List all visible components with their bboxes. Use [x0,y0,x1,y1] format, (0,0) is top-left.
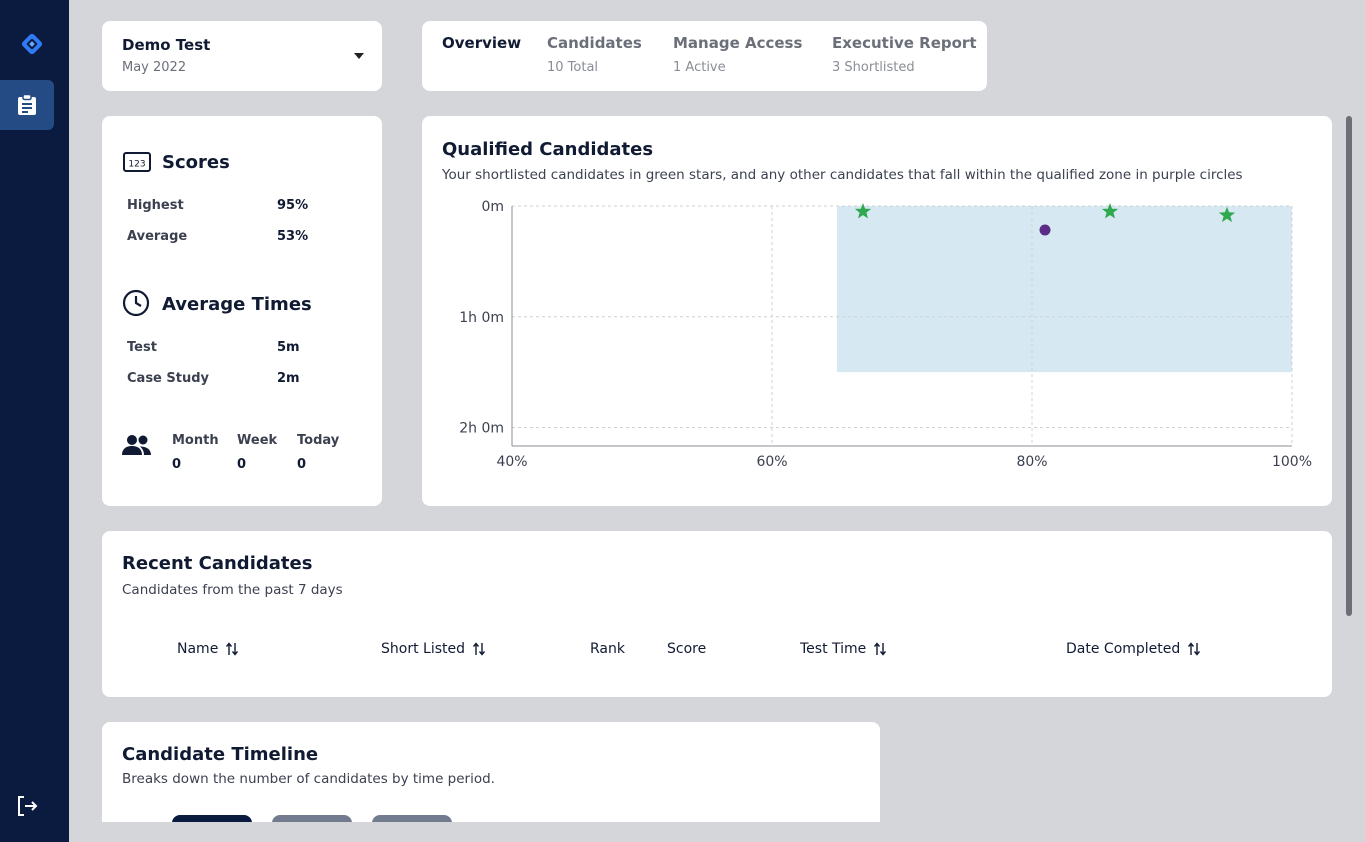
test-name: Demo Test [122,36,211,54]
tab-sub: 10 Total [547,60,599,75]
clock-icon [122,289,150,317]
column-label: Test Time [800,641,867,657]
column-date-completed[interactable]: Date Completed [1066,641,1201,657]
column-rank[interactable]: Rank [590,641,625,657]
tab-label: Executive Report [832,34,977,52]
column-short-listed[interactable]: Short Listed [381,641,485,657]
column-label: Date Completed [1066,641,1181,657]
month-value: 0 [172,457,182,472]
week-value: 0 [237,457,247,472]
week-label: Week [237,433,278,448]
scores-title: Scores [162,152,230,173]
y-tick-label: 0m [481,199,504,215]
qualified-circle [1039,224,1051,236]
highest-label: Highest [127,198,184,213]
column-label: Score [667,641,707,657]
column-test-time[interactable]: Test Time [800,641,887,657]
clipboard-icon [18,94,36,115]
today-value: 0 [297,457,307,472]
column-name[interactable]: Name [177,641,239,657]
test-date: May 2022 [122,60,187,75]
tab-executive-report[interactable]: Executive Report 3 Shortlisted [832,34,977,75]
average-label: Average [127,229,188,244]
average-value: 53% [277,229,309,244]
tab-label: Overview [442,34,522,52]
logout-icon[interactable] [15,794,39,818]
y-tick-label: 1h 0m [459,310,504,326]
recent-candidates-card: Recent Candidates Candidates from the pa… [102,531,1332,697]
period-button-active[interactable] [172,815,252,822]
stats-card: 123 Scores Highest 95% Average 53% Avera… [102,116,382,506]
qualified-zone [837,206,1292,373]
recent-title: Recent Candidates [122,553,313,574]
tabs-bar: Overview Candidates 10 Total Manage Acce… [422,21,987,91]
scrollbar[interactable] [1346,116,1352,616]
tab-sub: 3 Shortlisted [832,60,915,75]
column-label: Rank [590,641,625,657]
highest-value: 95% [277,198,309,213]
chevron-down-icon[interactable] [354,53,364,59]
candidate-timeline-card: Candidate Timeline Breaks down the numbe… [102,722,880,822]
qualified-scatter-chart: 40% 60% 80% 100% 0m 1h 0m 2h 0m [459,199,1312,470]
test-selector[interactable]: Demo Test May 2022 [102,21,382,91]
test-time-label: Test [127,340,157,355]
numbers-icon: 123 [123,152,151,172]
x-tick-label: 80% [1016,454,1047,470]
tab-sub: 1 Active [673,60,726,75]
column-label: Short Listed [381,641,465,657]
sort-icon[interactable] [226,642,239,656]
x-tick-label: 100% [1272,454,1312,470]
period-button[interactable] [272,815,352,822]
column-label: Name [177,641,219,657]
timeline-subtitle: Breaks down the number of candidates by … [122,771,495,787]
case-study-value: 2m [277,371,300,386]
svg-text:123: 123 [128,160,145,170]
today-label: Today [297,433,340,448]
column-score[interactable]: Score [667,641,706,657]
x-tick-label: 60% [756,454,787,470]
average-times-title: Average Times [162,294,312,315]
tab-label: Candidates [547,34,642,52]
diamond-logo[interactable] [18,30,46,58]
y-tick-label: 2h 0m [459,421,504,437]
recent-subtitle: Candidates from the past 7 days [122,582,343,598]
tab-overview[interactable]: Overview [442,34,521,52]
tab-manage-access[interactable]: Manage Access 1 Active [673,34,802,75]
nav-item-tests[interactable] [0,80,54,130]
tab-candidates[interactable]: Candidates 10 Total [547,34,642,75]
month-label: Month [172,433,219,448]
sidebar [0,0,69,842]
period-button[interactable] [372,815,452,822]
sort-icon[interactable] [473,642,485,656]
x-tick-label: 40% [496,454,527,470]
test-time-value: 5m [277,340,300,355]
timeline-title: Candidate Timeline [122,744,319,765]
people-icon [122,435,151,455]
case-study-label: Case Study [127,371,210,386]
sort-icon[interactable] [1188,642,1201,656]
qualified-candidates-card: Qualified Candidates Your shortlisted ca… [422,116,1332,506]
tab-label: Manage Access [673,34,803,52]
sort-icon[interactable] [874,642,887,656]
